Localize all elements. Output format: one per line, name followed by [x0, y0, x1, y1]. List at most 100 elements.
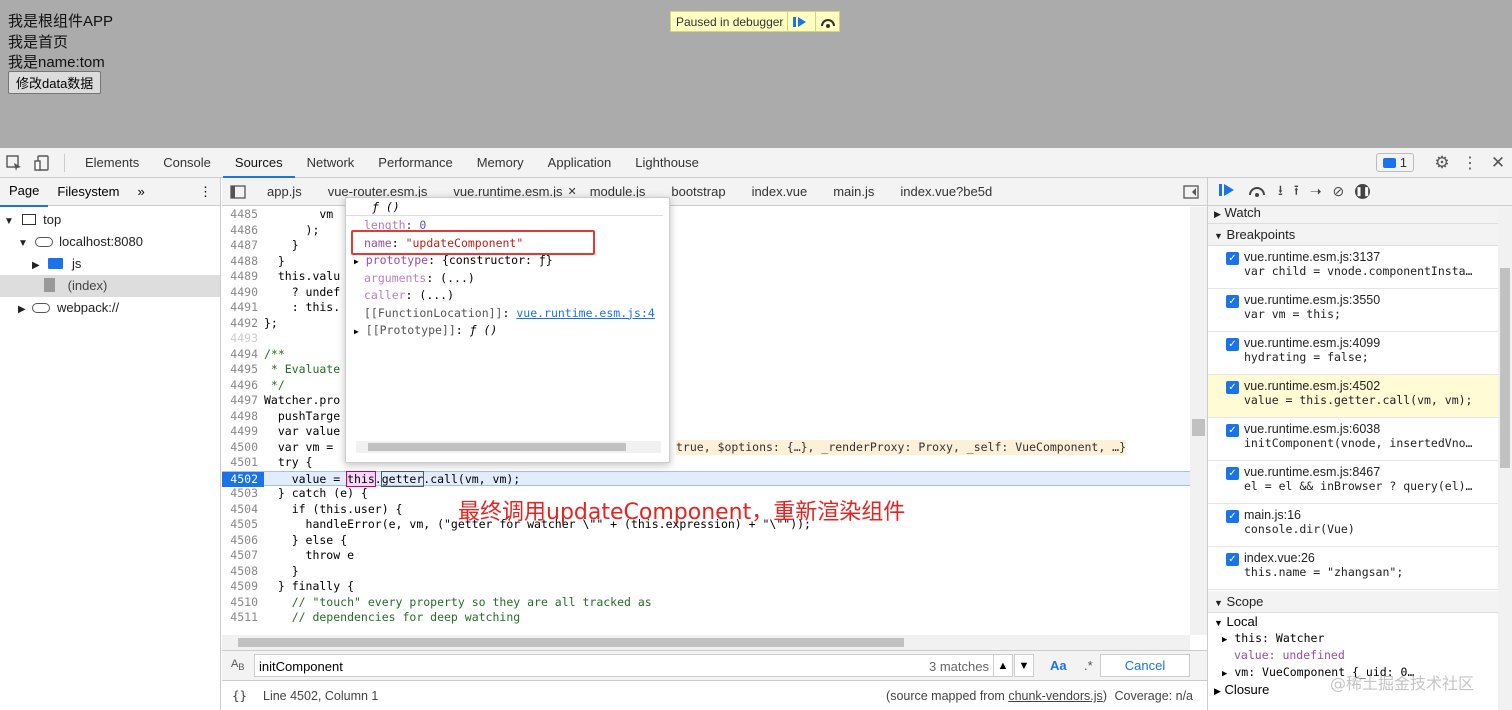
pretty-print-icon[interactable]: {} — [232, 688, 247, 703]
tree-item-webpack[interactable]: ▶ webpack:// — [0, 297, 220, 319]
line-number[interactable]: 4487 — [222, 238, 264, 254]
tree-item-localhost[interactable]: ▼ localhost:8080 — [0, 231, 220, 253]
scope-local[interactable]: ▼ Local — [1208, 613, 1512, 630]
deactivate-breakpoints-icon[interactable]: ⊘ — [1333, 183, 1345, 200]
horizontal-scrollbar[interactable] — [222, 635, 1190, 650]
tab-page[interactable]: Page — [0, 177, 49, 207]
line-number[interactable]: 4497 — [222, 393, 264, 409]
line-number[interactable]: 4494 — [222, 347, 264, 363]
file-tab-bootstrap[interactable]: bootstrap — [658, 184, 738, 199]
resume-icon[interactable] — [1218, 183, 1236, 200]
line-number[interactable]: 4500 — [222, 440, 264, 456]
match-case-regex-icon[interactable]: AB — [231, 658, 244, 672]
search-next-icon[interactable]: ▼ — [1014, 654, 1034, 677]
tab-sources[interactable]: Sources — [222, 148, 295, 178]
line-number[interactable]: 4510 — [222, 595, 264, 611]
code-line[interactable]: 4511 // dependencies for deep watching — [222, 610, 1190, 626]
close-icon[interactable]: ✕ — [1484, 148, 1512, 178]
toggle-navigator-icon[interactable] — [222, 184, 254, 199]
scope-section[interactable]: ▼ Scope — [1208, 591, 1512, 613]
line-number[interactable]: 4506 — [222, 533, 264, 549]
line-number[interactable]: 4502 — [222, 471, 264, 487]
breakpoint-checkbox[interactable]: ✓ — [1226, 553, 1239, 566]
step-over-icon[interactable] — [1247, 183, 1267, 200]
line-number[interactable]: 4490 — [222, 285, 264, 301]
file-tab-main-js[interactable]: main.js — [820, 184, 887, 199]
tree-item-index[interactable]: (index) — [0, 275, 220, 297]
resume-icon[interactable] — [787, 12, 811, 31]
line-number[interactable]: 4508 — [222, 564, 264, 580]
more-vertical-icon[interactable]: ⋮ — [190, 178, 220, 206]
code-line[interactable]: 4506 } else { — [222, 533, 1190, 549]
tab-memory[interactable]: Memory — [465, 148, 536, 178]
breakpoint-item[interactable]: ✓ vue.runtime.esm.js:8467 el = el && inBro… — [1208, 461, 1512, 504]
popup-scrollbar[interactable] — [356, 441, 661, 453]
breakpoint-checkbox[interactable]: ✓ — [1226, 381, 1239, 394]
step-out-icon[interactable]: ⭱ — [1294, 180, 1299, 204]
tab-elements[interactable]: Elements — [73, 148, 151, 178]
code-line[interactable]: 4502 value = this.getter.call(vm, vm); — [222, 470, 1190, 487]
line-number[interactable]: 4495 — [222, 362, 264, 378]
modify-data-button[interactable]: 修改data数据 — [8, 71, 102, 94]
breakpoint-item[interactable]: ✓ vue.runtime.esm.js:4502 value = this.get… — [1208, 375, 1512, 418]
cancel-search-button[interactable]: Cancel — [1100, 654, 1190, 677]
step-over-icon[interactable] — [815, 12, 839, 31]
code-line[interactable]: 4509 } finally { — [222, 579, 1190, 595]
breakpoint-checkbox[interactable]: ✓ — [1226, 467, 1239, 480]
line-number[interactable]: 4493 — [222, 331, 264, 347]
tab-network[interactable]: Network — [295, 148, 367, 178]
tab-performance[interactable]: Performance — [366, 148, 464, 178]
step-into-icon[interactable]: ⭳ — [1278, 180, 1283, 204]
vertical-scrollbar[interactable] — [1190, 207, 1207, 635]
search-prev-icon[interactable]: ▲ — [993, 654, 1013, 677]
inspect-element-icon[interactable] — [0, 148, 28, 178]
scope-this[interactable]: ▶ this: Watcher — [1208, 630, 1512, 647]
line-number[interactable]: 4492 — [222, 316, 264, 332]
step-icon[interactable]: ➝ — [1310, 183, 1322, 200]
breakpoint-checkbox[interactable]: ✓ — [1226, 424, 1239, 437]
line-number[interactable]: 4503 — [222, 486, 264, 502]
function-location-link[interactable]: vue.runtime.esm.js:4 — [516, 306, 654, 320]
tab-console[interactable]: Console — [151, 148, 223, 178]
breakpoint-item[interactable]: ✓ vue.runtime.esm.js:3137 var child = vnod… — [1208, 246, 1512, 289]
line-number[interactable]: 4498 — [222, 409, 264, 425]
code-line[interactable]: 4508 } — [222, 564, 1190, 580]
line-number[interactable]: 4509 — [222, 579, 264, 595]
line-number[interactable]: 4488 — [222, 254, 264, 270]
breakpoint-item[interactable]: ✓ vue.runtime.esm.js:6038 initComponent(vn… — [1208, 418, 1512, 461]
line-number[interactable]: 4507 — [222, 548, 264, 564]
line-number[interactable]: 4504 — [222, 502, 264, 518]
tree-item-top[interactable]: ▼ top — [0, 209, 220, 231]
line-number[interactable]: 4486 — [222, 223, 264, 239]
line-number[interactable]: 4505 — [222, 517, 264, 533]
code-line[interactable]: 4507 throw e — [222, 548, 1190, 564]
match-case-button[interactable]: Aa — [1050, 658, 1067, 673]
pause-exceptions-icon[interactable]: ❚❚ — [1355, 184, 1370, 199]
line-number[interactable]: 4489 — [222, 269, 264, 285]
watch-section[interactable]: ▶ Watch — [1208, 206, 1512, 224]
sidebar-scrollbar[interactable] — [1498, 208, 1512, 710]
toggle-debugger-icon[interactable] — [1175, 184, 1207, 199]
gear-icon[interactable]: ⚙ — [1428, 148, 1456, 178]
tree-item-js[interactable]: ▶ js — [0, 253, 220, 275]
line-number[interactable]: 4485 — [222, 207, 264, 223]
breakpoint-checkbox[interactable]: ✓ — [1226, 252, 1239, 265]
tab-application[interactable]: Application — [536, 148, 624, 178]
line-number[interactable]: 4501 — [222, 455, 264, 471]
breakpoint-checkbox[interactable]: ✓ — [1226, 338, 1239, 351]
tab-lighthouse[interactable]: Lighthouse — [623, 148, 711, 178]
more-tabs-icon[interactable]: » — [129, 178, 154, 206]
tab-filesystem[interactable]: Filesystem — [48, 178, 128, 206]
popup-row-arguments[interactable]: arguments: (...) — [346, 270, 669, 288]
code-line[interactable]: 4510 // "touch" every property so they a… — [222, 595, 1190, 611]
breakpoint-checkbox[interactable]: ✓ — [1226, 295, 1239, 308]
line-number[interactable]: 4511 — [222, 610, 264, 626]
file-tab-app-js[interactable]: app.js — [254, 184, 315, 199]
breakpoint-checkbox[interactable]: ✓ — [1226, 510, 1239, 523]
source-map-link[interactable]: chunk-vendors.js — [1008, 689, 1103, 703]
popup-row-caller[interactable]: caller: (...) — [346, 287, 669, 305]
breakpoint-item[interactable]: ✓ vue.runtime.esm.js:4099 hydrating = fals… — [1208, 332, 1512, 375]
issues-badge[interactable]: 1 — [1375, 153, 1414, 172]
line-number[interactable]: 4496 — [222, 378, 264, 394]
line-number[interactable]: 4491 — [222, 300, 264, 316]
